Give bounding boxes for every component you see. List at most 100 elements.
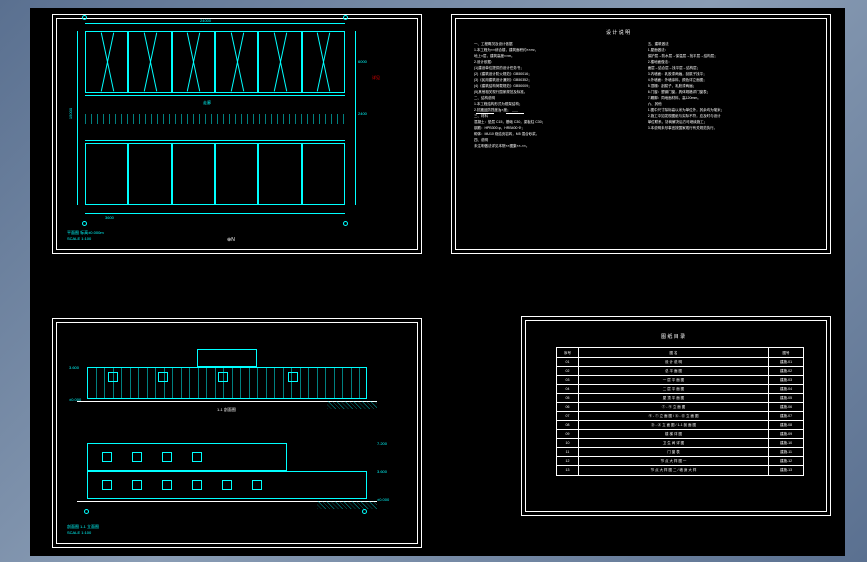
cell-name: 节 点 大 样 图 二 / 墙 身 大 样 xyxy=(579,466,769,475)
ground-floor xyxy=(87,367,367,399)
cell-name: Ⓓ - Ⓐ 立 面 图 / 1-1 剖 面 图 xyxy=(579,421,769,429)
cell-name: 一 层 平 面 图 xyxy=(579,376,769,384)
notes-column-right: 五、建筑做法1.屋面做法：保护层→防水层→保温层→找平层→结构层；2.楼地面做法… xyxy=(648,41,808,131)
level-mark: ±0.000 xyxy=(69,397,81,402)
cad-model-space[interactable]: 走廊 24000 3600 15000 xyxy=(30,8,845,556)
sheet-drawing-index: 图 纸 目 录 序号 图 名 图号 01设 计 说 明建施-0102总 平 面 … xyxy=(521,316,831,516)
upper-floor xyxy=(197,349,257,367)
window xyxy=(192,452,202,462)
ground-floor xyxy=(87,471,367,499)
cell-code: 建施-09 xyxy=(769,430,803,438)
room xyxy=(302,31,345,93)
cell-code: 建施-05 xyxy=(769,394,803,402)
cell-no: 03 xyxy=(557,376,579,384)
window xyxy=(162,480,172,490)
floor-plan-drawing: 走廊 24000 3600 15000 xyxy=(85,31,385,231)
room xyxy=(128,143,171,205)
grid-bubble xyxy=(82,15,87,20)
cell-name: 门 窗 表 xyxy=(579,448,769,456)
cell-name: 设 计 说 明 xyxy=(579,358,769,366)
cell-no: 02 xyxy=(557,367,579,375)
room xyxy=(215,31,258,93)
room xyxy=(85,31,128,93)
dim-depth: 6000 xyxy=(358,59,367,64)
window xyxy=(108,372,118,382)
room xyxy=(258,143,301,205)
cell-no: 11 xyxy=(557,448,579,456)
window xyxy=(192,480,202,490)
cell-no: 13 xyxy=(557,466,579,475)
sheet-border: 走廊 24000 3600 15000 xyxy=(56,18,418,250)
room xyxy=(215,143,258,205)
section-drawing: 1-1 剖面图 ±0.000 3.600 xyxy=(87,343,387,413)
table-row: 04二 层 平 面 图建施-04 xyxy=(557,385,803,394)
dim-line xyxy=(85,213,345,214)
table-header-row: 序号 图 名 图号 xyxy=(557,348,803,358)
cell-no: 06 xyxy=(557,403,579,411)
cell-name: 总 平 面 图 xyxy=(579,367,769,375)
dim-corr: 2400 xyxy=(358,111,367,116)
room xyxy=(302,143,345,205)
room xyxy=(128,31,171,93)
room xyxy=(85,143,128,205)
level-mark: 3.600 xyxy=(377,469,387,474)
window xyxy=(132,452,142,462)
cell-no: 09 xyxy=(557,430,579,438)
cell-name: 节 点 大 样 图 一 xyxy=(579,457,769,465)
title-line2: SCALE 1:100 xyxy=(67,530,99,535)
table-row: 10卫 生 间 详 图建施-10 xyxy=(557,439,803,448)
drawing-index-table: 序号 图 名 图号 01设 计 说 明建施-0102总 平 面 图建施-0203… xyxy=(556,347,804,476)
cell-code: 建施-10 xyxy=(769,439,803,447)
level-mark: 3.600 xyxy=(69,365,79,370)
header-name: 图 名 xyxy=(579,348,769,357)
cell-name: ① - ⑨ 立 面 图 xyxy=(579,403,769,411)
cell-code: 建施-08 xyxy=(769,421,803,429)
note-line: 未注明做法详见本院××图集××-××。 xyxy=(474,143,634,149)
cell-code: 建施-13 xyxy=(769,466,803,475)
cell-no: 04 xyxy=(557,385,579,393)
room xyxy=(172,143,215,205)
table-row: 07⑨ - ① 立 面 图 / Ⓐ - Ⓓ 立 面 图建施-07 xyxy=(557,412,803,421)
note-line: 3.本说明未尽事宜按国家现行有关规范执行。 xyxy=(648,125,808,131)
table-row: 09楼 梯 详 图建施-09 xyxy=(557,430,803,439)
dim-total-depth: 15000 xyxy=(68,108,73,119)
header-code: 图号 xyxy=(769,348,803,357)
corridor-hatch xyxy=(85,114,345,124)
grid-bubble xyxy=(84,509,89,514)
cell-name: 卫 生 间 详 图 xyxy=(579,439,769,447)
cell-no: 07 xyxy=(557,412,579,420)
cell-code: 建施-01 xyxy=(769,358,803,366)
table-row: 02总 平 面 图建施-02 xyxy=(557,367,803,376)
sheet-border: 1-1 剖面图 ±0.000 3.600 xyxy=(56,322,418,544)
notes-column-left: 一、工程概况及设计依据1.本工程为××综合楼，建筑面积约××m²，地上×层，建筑… xyxy=(474,41,634,149)
grid-bubble xyxy=(362,509,367,514)
elevation-drawing: ±0.000 3.600 7.200 xyxy=(87,443,387,513)
cell-code: 建施-03 xyxy=(769,376,803,384)
title-line2: SCALE 1:100 xyxy=(67,236,104,241)
table-title: 图 纸 目 录 xyxy=(661,333,685,340)
room-row-south xyxy=(85,143,345,205)
cell-no: 01 xyxy=(557,358,579,366)
cell-name: 楼 梯 详 图 xyxy=(579,430,769,438)
table-row: 12节 点 大 样 图 一建施-12 xyxy=(557,457,803,466)
upper-floor xyxy=(87,443,287,471)
cell-code: 建施-04 xyxy=(769,385,803,393)
cell-code: 建施-11 xyxy=(769,448,803,456)
north-arrow: ⊕N xyxy=(227,237,235,243)
earth-hatch xyxy=(317,501,377,509)
section-diagram: —— ▽ —— xyxy=(476,109,596,129)
cell-no: 12 xyxy=(557,457,579,465)
window xyxy=(162,452,172,462)
window xyxy=(288,372,298,382)
table-row: 01设 计 说 明建施-01 xyxy=(557,358,803,367)
table-row: 06① - ⑨ 立 面 图建施-06 xyxy=(557,403,803,412)
dim-line xyxy=(355,31,356,205)
table-row: 08Ⓓ - Ⓐ 立 面 图 / 1-1 剖 面 图建施-08 xyxy=(557,421,803,430)
cell-no: 10 xyxy=(557,439,579,447)
table-row: 05屋 顶 平 面 图建施-05 xyxy=(557,394,803,403)
notes-title: 设 计 说 明 xyxy=(606,29,630,36)
cell-code: 建施-02 xyxy=(769,367,803,375)
drawing-title: 平面图 标高±0.000m SCALE 1:100 xyxy=(67,230,104,241)
cell-name: ⑨ - ① 立 面 图 / Ⓐ - Ⓓ 立 面 图 xyxy=(579,412,769,420)
dim-line xyxy=(77,31,78,205)
